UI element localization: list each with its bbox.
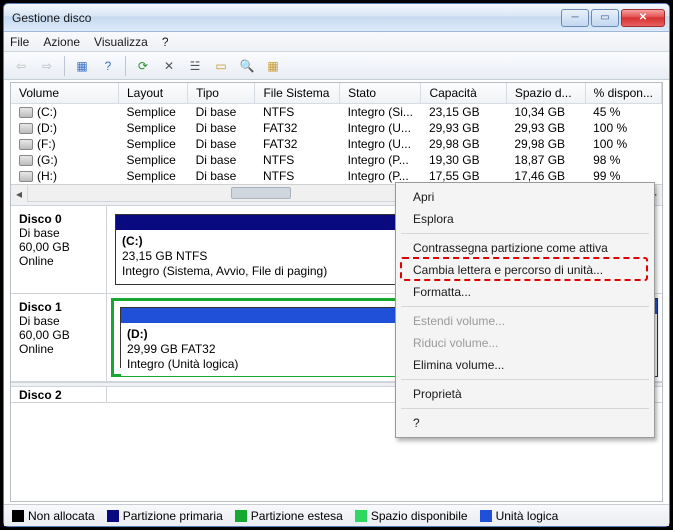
folder-icon[interactable]: ▭ bbox=[210, 55, 232, 77]
ctx-properties[interactable]: Proprietà bbox=[399, 383, 651, 405]
volume-icon bbox=[19, 123, 33, 134]
refresh-icon[interactable]: ⟳ bbox=[132, 55, 154, 77]
col-fs[interactable]: File Sistema bbox=[255, 83, 340, 104]
view-icon[interactable]: ▦ bbox=[71, 55, 93, 77]
col-stato[interactable]: Stato bbox=[340, 83, 421, 104]
menubar: File Azione Visualizza ? bbox=[4, 32, 669, 52]
volume-icon bbox=[19, 139, 33, 150]
menu-view[interactable]: Visualizza bbox=[94, 35, 148, 49]
disk-0-header[interactable]: Disco 0 Di base 60,00 GB Online bbox=[11, 206, 107, 293]
help-icon[interactable]: ? bbox=[97, 55, 119, 77]
ctx-extend: Estendi volume... bbox=[399, 310, 651, 332]
ctx-change-letter[interactable]: Cambia lettera e percorso di unità... bbox=[399, 259, 651, 281]
toolbar: ⇦ ⇨ ▦ ? ⟳ ✕ ☱ ▭ 🔍 ▦ bbox=[4, 52, 669, 80]
ctx-format[interactable]: Formatta... bbox=[399, 281, 651, 303]
col-layout[interactable]: Layout bbox=[119, 83, 188, 104]
context-menu: Apri Esplora Contrassegna partizione com… bbox=[395, 182, 655, 438]
volume-table: Volume Layout Tipo File Sistema Stato Ca… bbox=[11, 83, 662, 184]
legend: Non allocata Partizione primaria Partizi… bbox=[4, 504, 669, 526]
close-button[interactable]: ✕ bbox=[621, 9, 665, 27]
col-tipo[interactable]: Tipo bbox=[188, 83, 255, 104]
volume-icon bbox=[19, 155, 33, 166]
ctx-shrink: Riduci volume... bbox=[399, 332, 651, 354]
table-row[interactable]: (G:)SempliceDi baseNTFSIntegro (P...19,3… bbox=[11, 152, 662, 168]
delete-icon[interactable]: ✕ bbox=[158, 55, 180, 77]
menu-file[interactable]: File bbox=[10, 35, 29, 49]
ctx-explore[interactable]: Esplora bbox=[399, 208, 651, 230]
ctx-mark-active[interactable]: Contrassegna partizione come attiva bbox=[399, 237, 651, 259]
ctx-help[interactable]: ? bbox=[399, 412, 651, 434]
ctx-delete[interactable]: Elimina volume... bbox=[399, 354, 651, 376]
col-cap[interactable]: Capacità bbox=[421, 83, 506, 104]
scroll-left-icon[interactable]: ◂ bbox=[11, 185, 28, 202]
col-spazio[interactable]: Spazio d... bbox=[506, 83, 585, 104]
forward-icon: ⇨ bbox=[36, 55, 58, 77]
volume-icon bbox=[19, 171, 33, 182]
properties-icon[interactable]: ☱ bbox=[184, 55, 206, 77]
col-pct[interactable]: % dispon... bbox=[585, 83, 661, 104]
window-title: Gestione disco bbox=[12, 11, 561, 25]
table-row[interactable]: (F:)SempliceDi baseFAT32Integro (U...29,… bbox=[11, 136, 662, 152]
action-icon[interactable]: ▦ bbox=[262, 55, 284, 77]
table-header-row[interactable]: Volume Layout Tipo File Sistema Stato Ca… bbox=[11, 83, 662, 104]
minimize-button[interactable]: ─ bbox=[561, 9, 589, 27]
maximize-button[interactable]: ▭ bbox=[591, 9, 619, 27]
titlebar[interactable]: Gestione disco ─ ▭ ✕ bbox=[4, 4, 669, 32]
back-icon: ⇦ bbox=[10, 55, 32, 77]
ctx-open[interactable]: Apri bbox=[399, 186, 651, 208]
menu-help[interactable]: ? bbox=[162, 35, 169, 49]
disk-1-header[interactable]: Disco 1 Di base 60,00 GB Online bbox=[11, 294, 107, 381]
partition-c[interactable]: (C:) 23,15 GB NTFS Integro (Sistema, Avv… bbox=[115, 214, 404, 285]
table-row[interactable]: (C:)SempliceDi baseNTFSIntegro (Si...23,… bbox=[11, 104, 662, 121]
volume-icon bbox=[19, 107, 33, 118]
menu-action[interactable]: Azione bbox=[43, 35, 80, 49]
scroll-thumb[interactable] bbox=[231, 187, 291, 199]
search-icon[interactable]: 🔍 bbox=[236, 55, 258, 77]
table-row[interactable]: (D:)SempliceDi baseFAT32Integro (U...29,… bbox=[11, 120, 662, 136]
col-volume[interactable]: Volume bbox=[11, 83, 119, 104]
